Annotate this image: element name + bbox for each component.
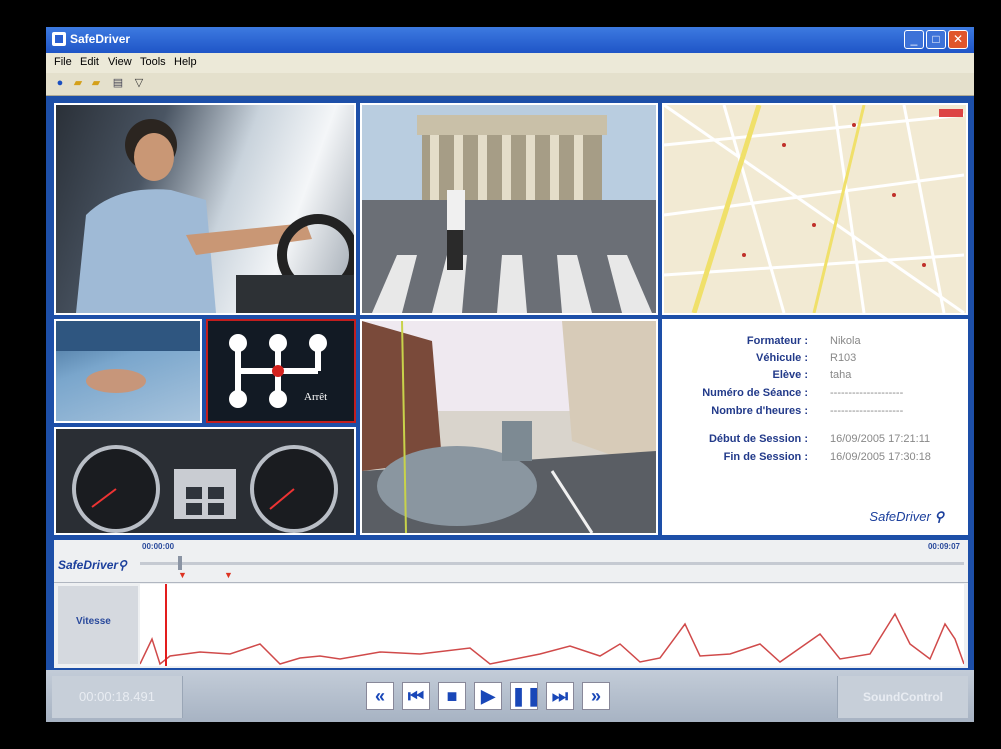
app-window: SafeDriver _ □ ✕ File Edit View Tools He… (46, 27, 974, 722)
menu-view[interactable]: View (108, 56, 132, 68)
driver-scene-image (76, 119, 354, 313)
timeline-panel: SafeDriver⚲ 00:00:00 00:09:07 ▼ ▼ Vitess… (54, 540, 968, 668)
rewind-button[interactable]: « (366, 682, 394, 710)
debut-value: 16/09/2005 17:21:11 (830, 433, 931, 445)
formateur-label: Formateur : (746, 335, 808, 347)
record-icon[interactable]: ● (54, 76, 66, 91)
menu-help[interactable]: Help (174, 56, 197, 68)
timeline-start-time: 00:00:00 (142, 542, 175, 551)
pantheon-scene-image (362, 105, 656, 313)
timeline-scrub-handle[interactable] (178, 556, 182, 570)
save-folder-icon[interactable]: ▰ (88, 76, 104, 91)
graph-label-box: Vitesse (58, 586, 138, 664)
window-title: SafeDriver (70, 32, 131, 46)
timeline-brand-text: SafeDriver (58, 558, 119, 572)
video-grid: Arrêt Formateur: Nikola Véhicule: R103… (54, 103, 968, 539)
elapsed-time-display: 00:00:18.491 (52, 676, 183, 718)
open-folder-icon[interactable]: ▰ (70, 76, 86, 91)
dashboard-camera-view[interactable] (54, 427, 356, 535)
timeline-track[interactable] (140, 562, 964, 565)
fin-value: 16/09/2005 17:30:18 (830, 451, 931, 463)
next-button[interactable]: ⏭ (546, 682, 574, 710)
street-scene-image (362, 321, 656, 533)
fast-forward-button[interactable]: » (582, 682, 610, 710)
session-info-panel: Formateur : Nikola Véhicule : R103 Elève… (662, 319, 968, 535)
front-camera-view[interactable] (360, 103, 658, 315)
timeline-logo: SafeDriver⚲ (58, 558, 127, 572)
filter-icon[interactable]: ▽ (132, 76, 146, 91)
debut-label: Début de Session : (708, 433, 808, 445)
app-logo-icon (52, 32, 66, 46)
play-button[interactable]: ▶ (474, 682, 502, 710)
toolbar: ● ▰ ▰ ▤ ▽ (46, 73, 974, 96)
print-icon[interactable]: ▤ (110, 76, 126, 91)
seance-value: -------------------- (830, 387, 904, 399)
paris-map-image (664, 105, 965, 313)
speed-graph[interactable] (140, 584, 964, 666)
gear-indicator: Arrêt (206, 319, 356, 423)
vehicule-label: Véhicule : (756, 352, 808, 364)
fin-label: Fin de Session : (723, 451, 808, 463)
gear-shift-icon (229, 334, 327, 408)
driver-camera-view[interactable] (54, 103, 356, 315)
event-marker-icon[interactable]: ▼ (178, 570, 187, 580)
menu-edit[interactable]: Edit (80, 56, 99, 68)
title-bar: SafeDriver _ □ ✕ (46, 27, 974, 53)
stop-button[interactable]: ■ (438, 682, 466, 710)
seance-label: Numéro de Séance : (702, 387, 808, 399)
close-button[interactable]: ✕ (948, 30, 968, 49)
sound-control-button[interactable]: SoundControl (837, 676, 968, 718)
previous-button[interactable]: ⏮ (402, 682, 430, 710)
formateur-value: Nikola (830, 335, 861, 347)
timeline-end-time: 00:09:07 (927, 542, 960, 551)
driver-figure-icon: ⚲ (118, 558, 127, 572)
maximize-button[interactable]: □ (926, 30, 946, 49)
graph-label: Vitesse (76, 616, 111, 627)
minimize-button[interactable]: _ (904, 30, 924, 49)
gear-label: Arrêt (304, 391, 328, 403)
safedriver-logo: SafeDriver ⚲ (869, 509, 944, 525)
hand-scene-image (56, 321, 200, 393)
event-marker-icon[interactable]: ▼ (224, 570, 233, 580)
pause-button[interactable]: ❚❚ (510, 682, 541, 710)
menu-bar: File Edit View Tools Help (46, 53, 974, 73)
rear-camera-view[interactable] (360, 319, 658, 535)
heures-value: -------------------- (830, 405, 904, 417)
brand-text: SafeDriver (869, 509, 931, 524)
speedometer-image (72, 445, 338, 533)
eleve-value: taha (830, 369, 852, 381)
playback-controls: 00:00:18.491 « ⏮ ■ ▶ ❚❚ ⏭ » SoundControl (46, 670, 974, 722)
gps-map-view[interactable] (662, 103, 968, 315)
vehicule-value: R103 (830, 352, 857, 364)
eleve-label: Elève : (772, 369, 808, 381)
timeline-divider (54, 582, 968, 583)
menu-tools[interactable]: Tools (140, 56, 166, 68)
menu-file[interactable]: File (54, 56, 72, 68)
driver-figure-icon: ⚲ (934, 509, 944, 524)
heures-label: Nombre d'heures : (711, 405, 808, 417)
pedal-camera-view[interactable] (54, 319, 202, 423)
